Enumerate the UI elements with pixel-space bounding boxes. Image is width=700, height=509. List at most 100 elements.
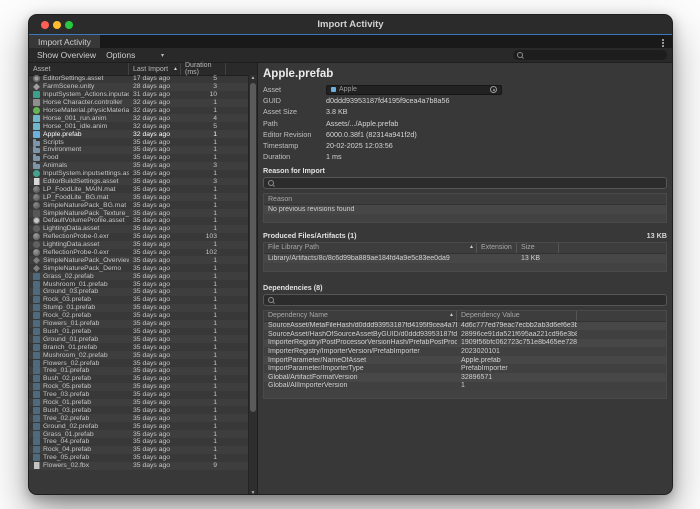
column-reason[interactable]: Reason (264, 194, 666, 204)
asset-row[interactable]: Grass_02.prefab 35 days ago 1 (29, 272, 248, 280)
asset-row[interactable]: LP_FoodLite_BG.mat 35 days ago 1 (29, 193, 248, 201)
dependency-row[interactable]: ImporterRegistry/PostProcessorVersionHas… (264, 339, 666, 348)
tab-import-activity[interactable]: Import Activity (29, 35, 100, 48)
asset-row[interactable]: Tree_05.prefab 35 days ago 1 (29, 454, 248, 462)
asset-row[interactable]: SimpleNaturePack_BG.mat 35 days ago 1 (29, 201, 248, 209)
dependency-row[interactable]: Global/ArtifactFormatVersion 32896571 (264, 373, 666, 382)
reason-row[interactable]: No previous revisions found (264, 205, 666, 214)
asset-row[interactable]: Rock_01.prefab 35 days ago 1 (29, 399, 248, 407)
asset-row[interactable]: LightingData.asset 35 days ago 1 (29, 225, 248, 233)
asset-row[interactable]: Mushroom_01.prefab 35 days ago 1 (29, 280, 248, 288)
prefab-icon (331, 87, 336, 92)
asset-row[interactable]: Food 35 days ago 1 (29, 154, 248, 162)
column-duration[interactable]: Duration (ms) (181, 63, 226, 75)
asset-row[interactable]: Tree_02.prefab 35 days ago 1 (29, 414, 248, 422)
asset-row[interactable]: Tree_01.prefab 35 days ago 1 (29, 367, 248, 375)
asset-row[interactable]: Horse_001_run.anim 32 days ago 4 (29, 114, 248, 122)
asset-last-import: 35 days ago (129, 336, 181, 343)
asset-row[interactable]: InputSystem_Actions.inputactio 31 days a… (29, 91, 248, 99)
dependencies-search-input[interactable] (274, 296, 635, 304)
scroll-up-icon[interactable]: ▲ (249, 75, 257, 82)
asset-name: Rock_01.prefab (43, 399, 129, 406)
asset-row[interactable]: LP_FoodLite_MAIN.mat 35 days ago 1 (29, 185, 248, 193)
column-last-import[interactable]: Last Import ▲ (129, 63, 181, 75)
asset-row[interactable]: Horse Character.controller 32 days ago 1 (29, 99, 248, 107)
asset-row[interactable]: Ground_01.prefab 35 days ago 1 (29, 335, 248, 343)
table-filler (264, 214, 666, 222)
column-file-library-path[interactable]: File Library Path ▲ (264, 243, 477, 253)
asset-row[interactable]: EditorBuildSettings.asset 35 days ago 3 (29, 178, 248, 186)
dependency-row[interactable]: Global/AllImporterVersion 1 (264, 382, 666, 391)
asset-row[interactable]: Horse_001_idle.anim 32 days ago 5 (29, 122, 248, 130)
column-size[interactable]: Size (517, 243, 559, 253)
field-label: Timestamp (263, 141, 326, 150)
dependency-row[interactable]: SourceAsset/MetaFileHash/d0ddd93953187fd… (264, 322, 666, 331)
toolbar-search-input[interactable] (523, 51, 646, 59)
asset-row[interactable]: EditorSettings.asset 17 days ago 5 (29, 75, 248, 83)
asset-name: Tree_04.prefab (43, 438, 129, 445)
zoom-window-icon[interactable] (65, 21, 73, 29)
dependency-row[interactable]: ImporterRegistry/ImporterVersion/PrefabI… (264, 347, 666, 356)
asset-row[interactable]: Animals 35 days ago 3 (29, 162, 248, 170)
asset-row[interactable]: Grass_01.prefab 35 days ago 1 (29, 430, 248, 438)
asset-row[interactable]: Rock_04.prefab 35 days ago 1 (29, 446, 248, 454)
list-scrollbar[interactable]: ▲ ▼ (248, 75, 257, 495)
asset-row[interactable]: Scripts 35 days ago 1 (29, 138, 248, 146)
asset-last-import: 35 days ago (129, 391, 181, 398)
asset-row[interactable]: Flowers_01.prefab 35 days ago 1 (29, 320, 248, 328)
titlebar[interactable]: Import Activity (29, 15, 672, 34)
column-dependency-value[interactable]: Dependency Value (457, 311, 577, 321)
asset-row[interactable]: Mushroom_02.prefab 35 days ago 1 (29, 351, 248, 359)
close-window-icon[interactable] (41, 21, 49, 29)
asset-row[interactable]: Tree_04.prefab 35 days ago 1 (29, 438, 248, 446)
asset-row[interactable]: Tree_03.prefab 35 days ago 1 (29, 391, 248, 399)
asset-row[interactable]: DefaultVolumeProfile.asset 35 days ago 1 (29, 217, 248, 225)
asset-row[interactable]: Branch_01.prefab 35 days ago 1 (29, 343, 248, 351)
asset-row[interactable]: Stump_01.prefab 35 days ago 1 (29, 304, 248, 312)
produced-row[interactable]: Library/Artifacts/8c/8c6d99ba889ae184fd4… (264, 254, 666, 263)
asset-row[interactable]: Environment 35 days ago 1 (29, 146, 248, 154)
asset-row[interactable]: Bush_03.prefab 35 days ago 1 (29, 406, 248, 414)
dependency-row[interactable]: SourceAsset/HashOfSourceAssetByGUID/d0dd… (264, 330, 666, 339)
minimize-window-icon[interactable] (53, 21, 61, 29)
dependency-row[interactable]: ImportParameter/NameOfAsset Apple.prefab (264, 356, 666, 365)
asset-row[interactable]: LightingData.asset 35 days ago 1 (29, 241, 248, 249)
asset-row[interactable]: Flowers_02.fbx 35 days ago 9 (29, 462, 248, 470)
dependency-row[interactable]: ImportParameter/ImporterType PrefabImpor… (264, 364, 666, 373)
asset-name: Horse_001_idle.anim (43, 123, 129, 130)
scroll-down-icon[interactable]: ▼ (249, 490, 257, 495)
options-dropdown[interactable]: Options ▾ (106, 50, 164, 60)
asset-row[interactable]: Flowers_02.prefab 35 days ago 1 (29, 359, 248, 367)
scrollbar-thumb[interactable] (250, 83, 256, 412)
kebab-menu-icon[interactable] (662, 39, 664, 41)
asset-row[interactable]: Rock_03.prefab 35 days ago 1 (29, 296, 248, 304)
asset-row[interactable]: HorseMaterial.physicMaterial 32 days ago… (29, 107, 248, 115)
asset-row[interactable]: SimpleNaturePack_Demo 35 days ago 1 (29, 264, 248, 272)
asset-row[interactable]: ReflectionProbe-0.exr 35 days ago 102 (29, 249, 248, 257)
sort-ascending-icon: ▲ (173, 67, 178, 72)
asset-row[interactable]: Apple.prefab 32 days ago 1 (29, 130, 248, 138)
reason-search-input[interactable] (274, 179, 635, 187)
asset-row[interactable]: ReflectionProbe-0.exr 35 days ago 103 (29, 233, 248, 241)
asset-row[interactable]: Rock_05.prefab 35 days ago 1 (29, 383, 248, 391)
object-picker-icon[interactable] (490, 86, 497, 93)
asset-row[interactable]: Bush_01.prefab 35 days ago 1 (29, 328, 248, 336)
asset-row[interactable]: Rock_02.prefab 35 days ago 1 (29, 312, 248, 320)
column-dependency-name[interactable]: Dependency Name ▲ (264, 311, 457, 321)
column-extension[interactable]: Extension (477, 243, 517, 253)
column-asset[interactable]: Asset (29, 63, 129, 75)
show-overview-button[interactable]: Show Overview (37, 50, 96, 60)
reason-search[interactable] (263, 177, 667, 189)
toolbar-search[interactable] (513, 50, 667, 60)
dependencies-search[interactable] (263, 294, 667, 306)
asset-row[interactable]: SimpleNaturePack_Texture_01.m 35 days ag… (29, 209, 248, 217)
asset-row[interactable]: Bush_02.prefab 35 days ago 1 (29, 375, 248, 383)
asset-row[interactable]: SimpleNaturePack_Overview 35 days ago 1 (29, 256, 248, 264)
asset-object-field[interactable]: Apple (326, 85, 502, 95)
asset-list-panel: Asset Last Import ▲ Duration (ms) Editor… (29, 63, 258, 495)
asset-duration: 1 (181, 431, 226, 438)
asset-row[interactable]: Ground_02.prefab 35 days ago 1 (29, 422, 248, 430)
asset-row[interactable]: InputSystem.inputsettings.asse 35 days a… (29, 170, 248, 178)
asset-row[interactable]: Ground_03.prefab 35 days ago 1 (29, 288, 248, 296)
asset-row[interactable]: FarmScene.unity 28 days ago 3 (29, 83, 248, 91)
